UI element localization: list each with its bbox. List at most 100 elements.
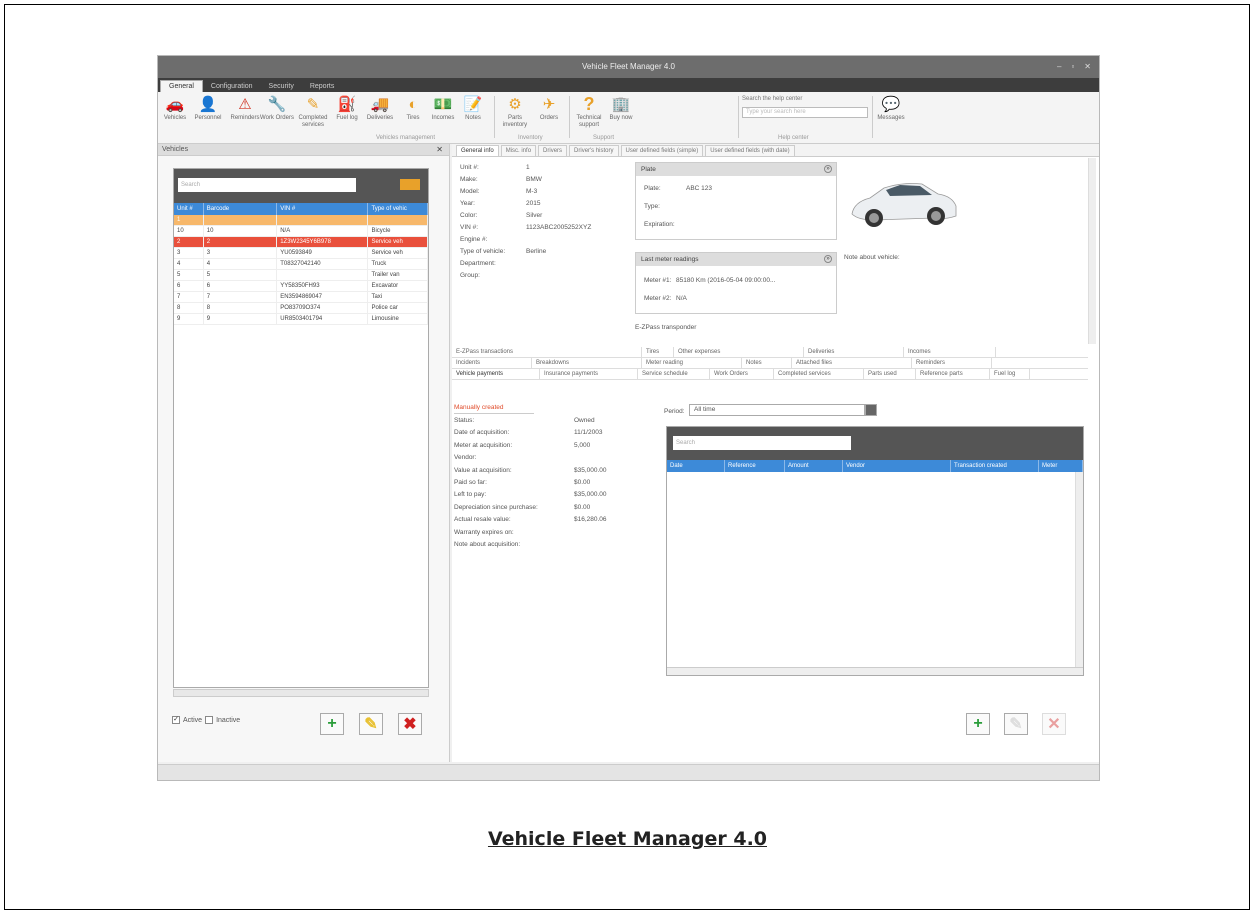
payments-search-input[interactable]: Search — [673, 436, 851, 450]
inactive-checkbox[interactable] — [205, 716, 214, 724]
table-row[interactable]: 2 2 1Z3W2345Y6B978 Service veh — [174, 237, 428, 248]
column-header[interactable]: Unit # — [174, 203, 204, 215]
ribbon-button[interactable]: ⛽ Fuel log — [330, 95, 364, 122]
meter2-label: Meter #2: — [644, 295, 672, 302]
tab-meter-reading[interactable]: Meter reading — [642, 358, 742, 368]
ribbon-button[interactable]: ⚠ Reminders — [228, 95, 262, 122]
column-header[interactable]: Vendor — [843, 460, 951, 472]
edit-vehicle-button[interactable]: ✎ — [359, 713, 383, 735]
ribbon-button[interactable]: ? Technical support — [572, 95, 606, 129]
tab-misc-info[interactable]: Misc. info — [500, 145, 537, 156]
expand-icon[interactable]: » — [824, 255, 832, 263]
tab-other-expenses[interactable]: Other expenses — [674, 347, 804, 357]
cell: 4 — [204, 259, 278, 269]
cell: 3 — [174, 248, 204, 258]
table-row[interactable]: 4 4 T08327042140 Truck — [174, 259, 428, 270]
tab-general-info[interactable]: General info — [456, 145, 499, 156]
horizontal-scrollbar[interactable] — [173, 689, 429, 697]
tab-incidents[interactable]: Incidents — [452, 358, 532, 368]
table-row[interactable]: 7 7 EN3594869047 Taxi — [174, 292, 428, 303]
column-header[interactable]: Type of vehic — [368, 203, 428, 215]
tab-insurance-payments[interactable]: Insurance payments — [540, 369, 638, 379]
minimize-button[interactable]: – — [1057, 56, 1061, 78]
edit-payment-button[interactable]: ✎ — [1004, 713, 1028, 735]
table-row[interactable]: 8 8 PO83709O374 Police car — [174, 303, 428, 314]
table-row[interactable]: 6 6 YY58350FH93 Excavator — [174, 281, 428, 292]
ribbon-button[interactable]: 💬 Messages — [874, 95, 908, 122]
chevron-down-icon[interactable] — [865, 404, 877, 416]
table-row[interactable]: 3 3 YU0593849 Service veh — [174, 248, 428, 259]
tab-work-orders[interactable]: Work Orders — [710, 369, 774, 379]
delete-vehicle-button[interactable]: ✖ — [398, 713, 422, 735]
ribbon-button[interactable]: 💵 Incomes — [426, 95, 460, 122]
ribbon-button[interactable]: ⚙ Parts inventory — [498, 95, 532, 129]
delete-payment-button[interactable]: ✕ — [1042, 713, 1066, 735]
tab-user-fields-date[interactable]: User defined fields (with date) — [705, 145, 795, 156]
ribbon-button[interactable]: 🔧 Work Orders — [260, 95, 294, 122]
search-icon[interactable] — [400, 179, 420, 190]
column-header[interactable]: VIN # — [277, 203, 369, 215]
tab-ezpass-transactions[interactable]: E-ZPass transactions — [452, 347, 642, 357]
ribbon-button[interactable]: 📝 Notes — [456, 95, 490, 122]
column-header[interactable]: Reference — [725, 460, 785, 472]
ribbon-button[interactable]: ◐ Tires — [396, 95, 430, 122]
column-header[interactable]: Date — [667, 460, 725, 472]
fuel-icon: ⛽ — [337, 95, 357, 113]
period-select[interactable]: All time — [689, 404, 877, 416]
ribbon-button[interactable]: 🏢 Buy now — [604, 95, 638, 122]
vertical-scrollbar[interactable] — [1075, 472, 1083, 668]
ribbon: 🚗 Vehicles 👤 Personnel ⚠ Reminders 🔧 Work Or… — [158, 92, 1099, 144]
column-header[interactable]: Barcode — [204, 203, 278, 215]
label: Depreciation since purchase: — [454, 503, 538, 511]
close-button[interactable]: ✕ — [1084, 56, 1091, 78]
tab-drivers[interactable]: Drivers — [538, 145, 568, 156]
maximize-button[interactable]: ▫ — [1071, 56, 1074, 78]
table-row[interactable]: 1 — [174, 215, 428, 226]
ribbon-button[interactable]: ✈ Orders — [532, 95, 566, 122]
help-search-input[interactable]: Type your search here — [742, 107, 868, 118]
active-checkbox[interactable]: ✓ — [172, 716, 180, 724]
cell: 8 — [174, 303, 204, 313]
horizontal-scrollbar[interactable] — [667, 667, 1083, 675]
tab-tires[interactable]: Tires — [642, 347, 674, 357]
tab-deliveries[interactable]: Deliveries — [804, 347, 904, 357]
vehicle-search-input[interactable]: Search — [178, 178, 356, 192]
menu-configuration[interactable]: Configuration — [203, 81, 261, 92]
cell: Bicycle — [368, 226, 428, 236]
ribbon-button[interactable]: 👤 Personnel — [191, 95, 225, 122]
tab-reference-parts[interactable]: Reference parts — [916, 369, 990, 379]
expand-icon[interactable]: » — [824, 165, 832, 173]
tab-incomes[interactable]: Incomes — [904, 347, 996, 357]
ribbon-group-label: Vehicles management — [376, 135, 436, 141]
tab-user-fields-simple[interactable]: User defined fields (simple) — [620, 145, 704, 156]
tab-fuel-log[interactable]: Fuel log — [990, 369, 1030, 379]
cell: 10 — [174, 226, 204, 236]
close-icon[interactable]: ✕ — [436, 144, 443, 156]
column-header[interactable]: Meter — [1039, 460, 1083, 472]
app-window: Vehicle Fleet Manager 4.0 – ▫ ✕ General … — [157, 55, 1100, 781]
column-header[interactable]: Amount — [785, 460, 843, 472]
menu-reports[interactable]: Reports — [302, 81, 343, 92]
table-row[interactable]: 10 10 N/A Bicycle — [174, 226, 428, 237]
tab-parts-used[interactable]: Parts used — [864, 369, 916, 379]
ribbon-button[interactable]: 🚗 Vehicles — [158, 95, 192, 122]
plate-box: Plate » Plate: ABC 123 Type: Expiration: — [635, 162, 837, 240]
tab-completed-services[interactable]: Completed services — [774, 369, 864, 379]
add-payment-button[interactable]: + — [966, 713, 990, 735]
menu-security[interactable]: Security — [261, 81, 302, 92]
tab-breakdowns[interactable]: Breakdowns — [532, 358, 642, 368]
tab-attached-files[interactable]: Attached files — [792, 358, 912, 368]
tab-reminders[interactable]: Reminders — [912, 358, 992, 368]
column-header[interactable]: Transaction created — [951, 460, 1039, 472]
vertical-scrollbar[interactable] — [1088, 158, 1096, 344]
tab-notes[interactable]: Notes — [742, 358, 792, 368]
tab-vehicle-payments[interactable]: Vehicle payments — [452, 369, 540, 379]
menu-general[interactable]: General — [160, 80, 203, 92]
tab-service-schedule[interactable]: Service schedule — [638, 369, 710, 379]
tab-drivers-history[interactable]: Driver's history — [569, 145, 619, 156]
table-row[interactable]: 9 9 UR8503401794 Limousine — [174, 314, 428, 325]
ribbon-button[interactable]: ✎ Completed services — [296, 95, 330, 129]
ribbon-button[interactable]: 🚚 Deliveries — [363, 95, 397, 122]
table-row[interactable]: 5 5 Trailer van — [174, 270, 428, 281]
add-vehicle-button[interactable]: + — [320, 713, 344, 735]
